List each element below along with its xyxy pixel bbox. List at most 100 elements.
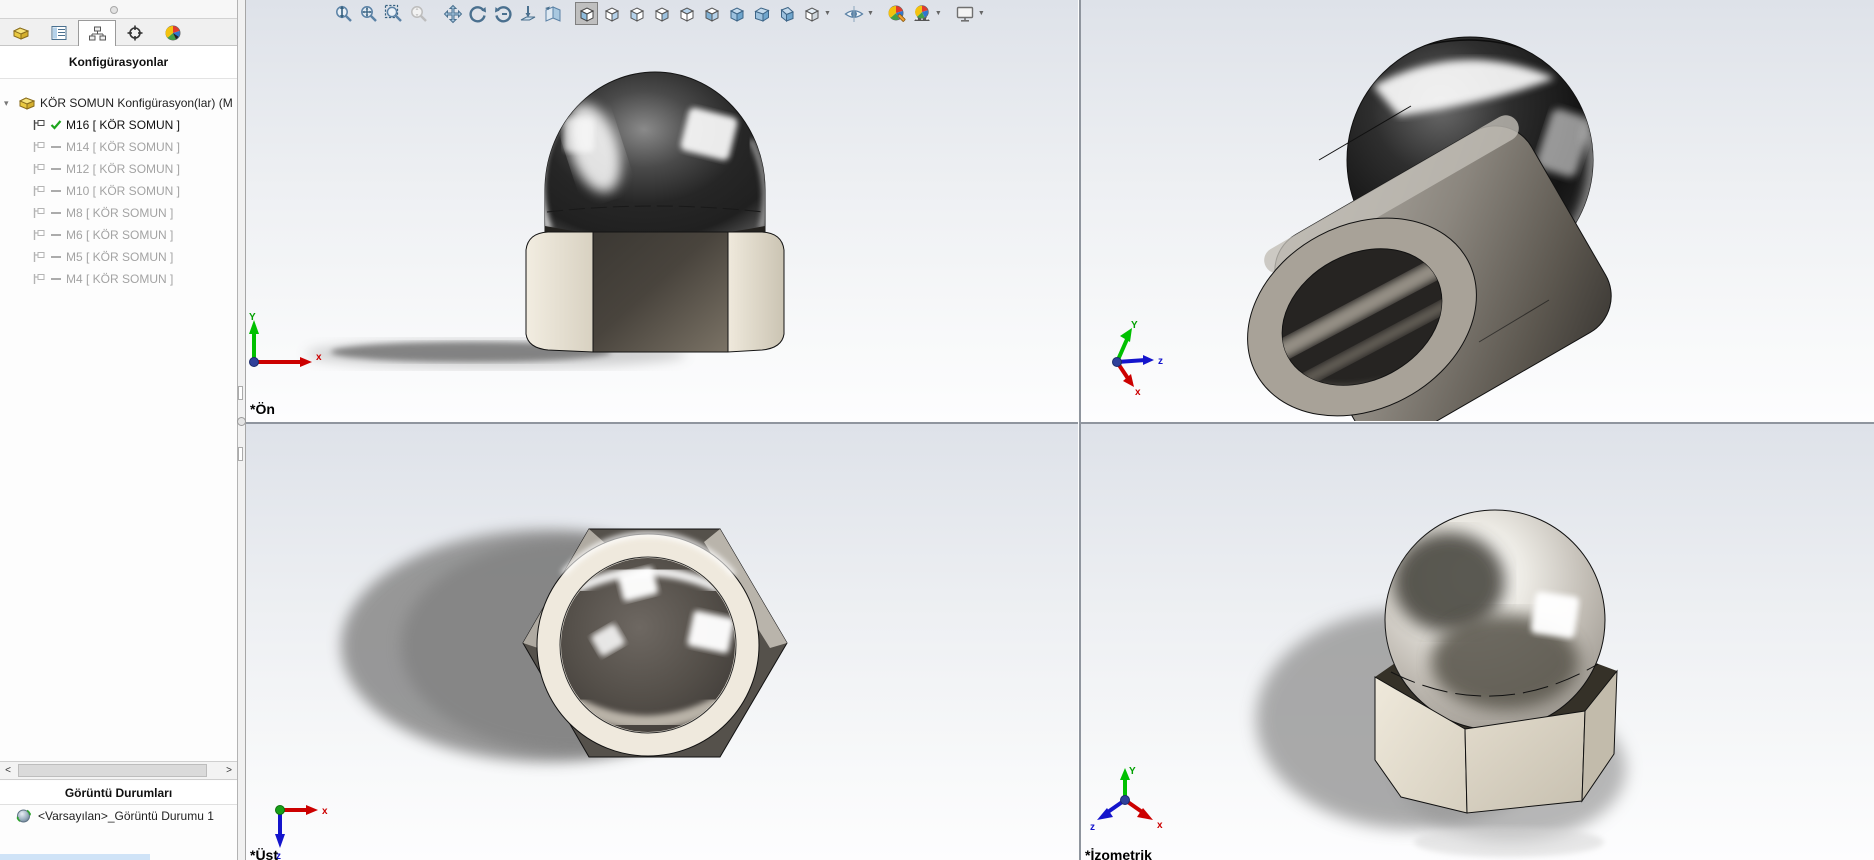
- configuration-icon: [33, 120, 45, 130]
- configuration-tree: ▾ KÖR SOMUN Konfigürasyon(lar) (M M16 […: [0, 79, 237, 290]
- configuration-icon: [33, 186, 45, 196]
- svg-text:x: x: [1157, 820, 1163, 831]
- orientation-triad: Y x: [249, 312, 322, 367]
- dimxpertmanager-tab[interactable]: [116, 19, 154, 45]
- edit-appearance-icon[interactable]: [886, 2, 909, 25]
- cap-nut-isometric-render: [1256, 509, 1626, 857]
- propertymanager-tab[interactable]: [40, 19, 78, 45]
- config-item-m12[interactable]: M12 [ KÖR SOMUN ]: [0, 158, 237, 180]
- panel-title: Konfigürasyonlar: [0, 46, 237, 79]
- apply-scene-icon[interactable]: [911, 2, 934, 25]
- inactive-dash-icon: [51, 212, 61, 214]
- config-item-m16[interactable]: M16 [ KÖR SOMUN ]: [0, 114, 237, 136]
- view-orientation-dropdown-icon[interactable]: ▼: [824, 10, 831, 17]
- zoom-to-area-icon[interactable]: [382, 2, 405, 25]
- zoom-to-fit-icon[interactable]: [357, 2, 380, 25]
- part-icon: [12, 26, 30, 40]
- viewport-vertical-divider[interactable]: [1078, 0, 1081, 860]
- orientation-triad: Y z x: [1112, 320, 1163, 396]
- property-icon: [51, 25, 67, 40]
- orientation-triad: Y z x: [1090, 766, 1163, 833]
- normal-to-icon[interactable]: [516, 2, 539, 25]
- part-icon: [18, 97, 36, 110]
- view-bottom-icon[interactable]: [700, 2, 723, 25]
- viewport-label: *Ön: [250, 401, 275, 417]
- configuration-icon: [33, 142, 45, 152]
- cap-nut-top-render: [341, 528, 788, 762]
- splitter-notch: [238, 386, 243, 400]
- view-back-icon[interactable]: [600, 2, 623, 25]
- viewport-top[interactable]: x z *Üst: [246, 424, 1078, 860]
- configuration-icon: [33, 164, 45, 174]
- viewport-label: *Üst: [250, 847, 279, 860]
- view-orientation-icon[interactable]: [800, 2, 823, 25]
- scroll-right-icon[interactable]: >: [221, 762, 237, 779]
- config-item-m14[interactable]: M14 [ KÖR SOMUN ]: [0, 136, 237, 158]
- config-item-m8[interactable]: M8 [ KÖR SOMUN ]: [0, 202, 237, 224]
- svg-text:Y: Y: [249, 312, 256, 323]
- pan-icon[interactable]: [441, 2, 464, 25]
- view-front-icon[interactable]: [575, 2, 598, 25]
- panel-horizontal-scrollbar[interactable]: < >: [0, 761, 237, 780]
- view-isometric-icon[interactable]: [725, 2, 748, 25]
- inactive-dash-icon: [51, 278, 61, 280]
- inactive-dash-icon: [51, 168, 61, 170]
- scroll-left-icon[interactable]: <: [0, 762, 16, 779]
- viewport-front[interactable]: Y x *Ön: [246, 0, 1078, 421]
- config-item-m5[interactable]: M5 [ KÖR SOMUN ]: [0, 246, 237, 268]
- scrollbar-thumb[interactable]: [18, 764, 207, 777]
- color-wheel-icon: [165, 25, 181, 40]
- configurationmanager-tab[interactable]: [78, 20, 116, 46]
- configuration-icon: [33, 274, 45, 284]
- config-item-m10[interactable]: M10 [ KÖR SOMUN ]: [0, 180, 237, 202]
- display-state-label: <Varsayılan>_Görüntü Durumu 1: [38, 808, 214, 823]
- previous-view-icon[interactable]: [541, 2, 564, 25]
- rotate-view-icon[interactable]: [466, 2, 489, 25]
- config-root-item[interactable]: ▾ KÖR SOMUN Konfigürasyon(lar) (M: [0, 92, 237, 114]
- cap-nut-front-render: [306, 71, 785, 368]
- view-dimetric-icon[interactable]: [775, 2, 798, 25]
- view-settings-icon[interactable]: [954, 2, 977, 25]
- collapse-caret-icon[interactable]: ▾: [4, 98, 14, 109]
- roll-view-icon[interactable]: [491, 2, 514, 25]
- hide-show-items-icon[interactable]: [843, 2, 866, 25]
- svg-text:x: x: [1135, 387, 1141, 396]
- displaymanager-tab[interactable]: [154, 19, 192, 45]
- viewport-isometric[interactable]: Y z x *İzometrik: [1081, 424, 1874, 860]
- inactive-dash-icon: [51, 256, 61, 258]
- view-toolbar: ▼ ▼ ▼ ▼: [332, 1, 986, 26]
- display-states-header: Görüntü Durumları: [0, 781, 237, 805]
- hide-show-items-dropdown-icon[interactable]: ▼: [867, 10, 874, 17]
- viewport-horizontal-divider[interactable]: [246, 421, 1874, 424]
- config-item-m6[interactable]: M6 [ KÖR SOMUN ]: [0, 224, 237, 246]
- display-state-item[interactable]: <Varsayılan>_Görüntü Durumu 1: [16, 808, 214, 823]
- target-icon: [127, 25, 143, 40]
- configuration-icon: [33, 208, 45, 218]
- apply-scene-dropdown-icon[interactable]: ▼: [935, 10, 942, 17]
- cap-nut-dimetric-render: [1247, 36, 1612, 421]
- active-check-icon: [50, 120, 62, 130]
- svg-text:Y: Y: [1131, 320, 1138, 331]
- view-settings-dropdown-icon[interactable]: ▼: [978, 10, 985, 17]
- zoom-to-selection-icon[interactable]: [407, 2, 430, 25]
- svg-text:z: z: [1158, 356, 1163, 367]
- graphics-area: Y x *Ön Y z x x z *Üst Y z x *İzometrik …: [246, 0, 1874, 860]
- view-trimetric-icon[interactable]: [750, 2, 773, 25]
- view-right-icon[interactable]: [650, 2, 673, 25]
- panel-collapse-handle-icon[interactable]: [110, 6, 118, 14]
- panel-splitter[interactable]: [238, 0, 246, 860]
- feature-panel: Konfigürasyonlar ▾ KÖR SOMUN Konfigürasy…: [0, 0, 238, 860]
- solidworks-window: Konfigürasyonlar ▾ KÖR SOMUN Konfigürasy…: [0, 0, 1874, 860]
- featuremanager-tab[interactable]: [2, 19, 40, 45]
- viewport-dimetric[interactable]: Y z x: [1081, 0, 1874, 421]
- svg-text:x: x: [316, 352, 322, 363]
- config-item-m4[interactable]: M4 [ KÖR SOMUN ]: [0, 268, 237, 290]
- svg-text:x: x: [322, 806, 328, 817]
- panel-collapse-bar[interactable]: [0, 0, 237, 19]
- view-left-icon[interactable]: [625, 2, 648, 25]
- viewport-split-handle-icon[interactable]: [237, 417, 246, 426]
- config-root-label: KÖR SOMUN Konfigürasyon(lar) (M: [40, 96, 233, 110]
- zoom-in-out-icon[interactable]: [332, 2, 355, 25]
- display-state-icon: [16, 809, 31, 823]
- view-top-icon[interactable]: [675, 2, 698, 25]
